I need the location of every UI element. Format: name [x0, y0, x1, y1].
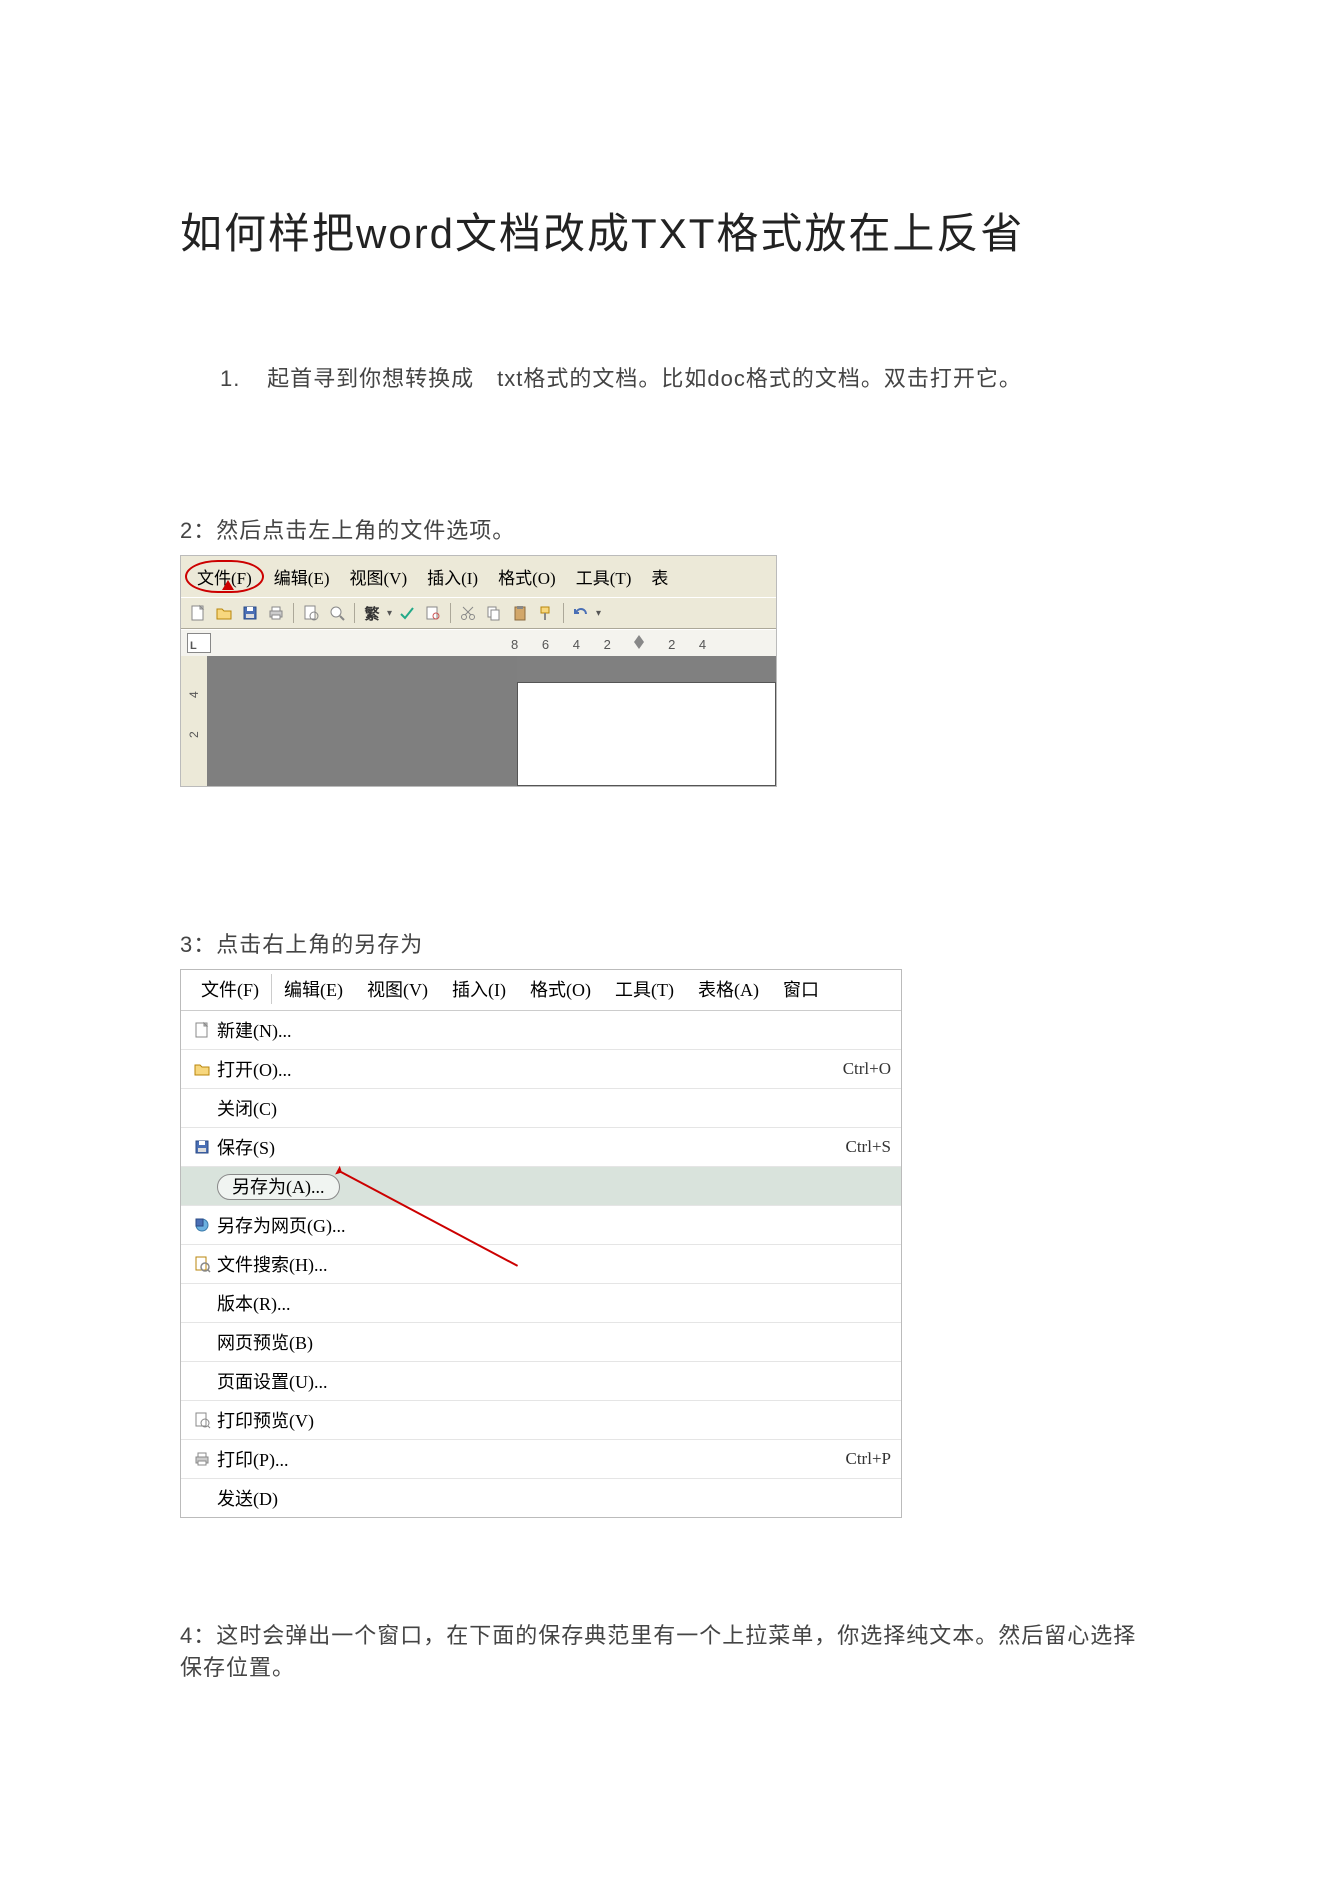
file-search-icon	[187, 1255, 217, 1273]
vertical-ruler: 4 2	[181, 656, 207, 786]
menu-item-file-search[interactable]: 文件搜索(H)...	[181, 1245, 901, 1284]
screenshot-file-menu: 文件(F) 编辑(E) 视图(V) 插入(I) 格式(O) 工具(T) 表格(A…	[180, 969, 902, 1518]
menu-item-save[interactable]: 保存(S) Ctrl+S	[181, 1128, 901, 1167]
menu-view[interactable]: 视图(V)	[340, 562, 418, 591]
toolbar-separator	[563, 603, 564, 623]
step-2: 2：然后点击左上角的文件选项。	[180, 513, 1147, 545]
menu-tools[interactable]: 工具(T)	[603, 974, 686, 1004]
menu-item-new[interactable]: 新建(N)...	[181, 1011, 901, 1050]
new-doc-icon	[187, 1021, 217, 1039]
indent-marker-icon[interactable]	[634, 635, 644, 649]
menu-insert[interactable]: 插入(I)	[440, 974, 518, 1004]
menu-window[interactable]: 窗口	[771, 974, 831, 1004]
toolbar-separator	[450, 603, 451, 623]
print-preview-icon	[187, 1411, 217, 1429]
menu-tools[interactable]: 工具(T)	[566, 562, 642, 591]
menu-item-web-preview[interactable]: 网页预览(B)	[181, 1323, 901, 1362]
print-icon[interactable]	[265, 602, 287, 624]
menu-item-save-as[interactable]: 另存为(A)...	[181, 1167, 901, 1206]
step-4: 4：这时会弹出一个窗口，在下面的保存典范里有一个上拉菜单，你选择纯文本。然后留心…	[180, 1618, 1147, 1682]
menu-format[interactable]: 格式(O)	[488, 562, 566, 591]
open-icon[interactable]	[213, 602, 235, 624]
print-preview-icon[interactable]	[300, 602, 322, 624]
research-icon[interactable]	[422, 602, 444, 624]
step-1: 1. 起首寻到你想转换成 txt格式的文档。比如doc格式的文档。双击打开它。	[220, 361, 1147, 393]
menu-format[interactable]: 格式(O)	[518, 974, 603, 1004]
page-title: 如何样把word文档改成TXT格式放在上反省	[180, 200, 1147, 261]
traditional-chinese-icon[interactable]: 繁	[361, 602, 383, 624]
menu-insert[interactable]: 插入(I)	[417, 562, 488, 591]
ruler-corner: L	[187, 633, 211, 653]
step-1-num: 1.	[220, 366, 260, 392]
save-web-icon	[187, 1216, 217, 1234]
menu-item-close[interactable]: 关闭(C)	[181, 1089, 901, 1128]
ruler-numbers: 8 6 4 2 2 4	[501, 635, 716, 652]
menu-edit[interactable]: 编辑(E)	[272, 974, 355, 1004]
doc-margin	[207, 656, 517, 786]
menu-item-open[interactable]: 打开(O)... Ctrl+O	[181, 1050, 901, 1089]
menu-edit[interactable]: 编辑(E)	[264, 562, 340, 591]
doc-page	[517, 682, 776, 786]
save-icon	[187, 1138, 217, 1156]
open-folder-icon	[187, 1060, 217, 1078]
document-page: 如何样把word文档改成TXT格式放在上反省 1. 起首寻到你想转换成 txt格…	[0, 0, 1327, 1879]
undo-icon[interactable]	[570, 602, 592, 624]
menu-item-versions[interactable]: 版本(R)...	[181, 1284, 901, 1323]
menu-file[interactable]: 文件(F)	[185, 560, 264, 593]
new-doc-icon[interactable]	[187, 602, 209, 624]
document-area: 4 2	[181, 656, 776, 786]
toolbar-separator	[354, 603, 355, 623]
menu-table[interactable]: 表	[641, 562, 678, 591]
highlight-pill: 另存为(A)...	[217, 1174, 340, 1200]
menu-item-page-setup[interactable]: 页面设置(U)...	[181, 1362, 901, 1401]
menu-item-print-preview[interactable]: 打印预览(V)	[181, 1401, 901, 1440]
screenshot-menubar: 文件(F) 编辑(E) 视图(V) 插入(I) 格式(O) 工具(T) 表 繁 …	[180, 555, 777, 787]
save-icon[interactable]	[239, 602, 261, 624]
file-menu-dropdown: 新建(N)... 打开(O)... Ctrl+O 关闭(C) 保存(S) Ctr…	[181, 1011, 901, 1517]
zoom-icon[interactable]	[326, 602, 348, 624]
paste-icon[interactable]	[509, 602, 531, 624]
menu-table[interactable]: 表格(A)	[686, 974, 771, 1004]
word-toolbar: 繁 ▾ ▾	[181, 597, 776, 629]
menu-item-save-as-web[interactable]: 另存为网页(G)...	[181, 1206, 901, 1245]
horizontal-ruler: L 8 6 4 2 2 4	[181, 629, 776, 656]
spellcheck-icon[interactable]	[396, 602, 418, 624]
menu-view[interactable]: 视图(V)	[355, 974, 440, 1004]
step-3: 3：点击右上角的另存为	[180, 927, 1147, 959]
word-menubar: 文件(F) 编辑(E) 视图(V) 插入(I) 格式(O) 工具(T) 表	[181, 556, 776, 597]
menu-item-send[interactable]: 发送(D)	[181, 1479, 901, 1517]
menu-file[interactable]: 文件(F)	[189, 974, 272, 1004]
cut-icon[interactable]	[457, 602, 479, 624]
annotation-arrow-icon	[222, 580, 234, 590]
menu-item-print[interactable]: 打印(P)... Ctrl+P	[181, 1440, 901, 1479]
copy-icon[interactable]	[483, 602, 505, 624]
step-1-text: 起首寻到你想转换成 txt格式的文档。比如doc格式的文档。双击打开它。	[267, 366, 1022, 391]
print-icon	[187, 1450, 217, 1468]
format-painter-icon[interactable]	[535, 602, 557, 624]
toolbar-separator	[293, 603, 294, 623]
word-menubar-2: 文件(F) 编辑(E) 视图(V) 插入(I) 格式(O) 工具(T) 表格(A…	[181, 970, 901, 1011]
